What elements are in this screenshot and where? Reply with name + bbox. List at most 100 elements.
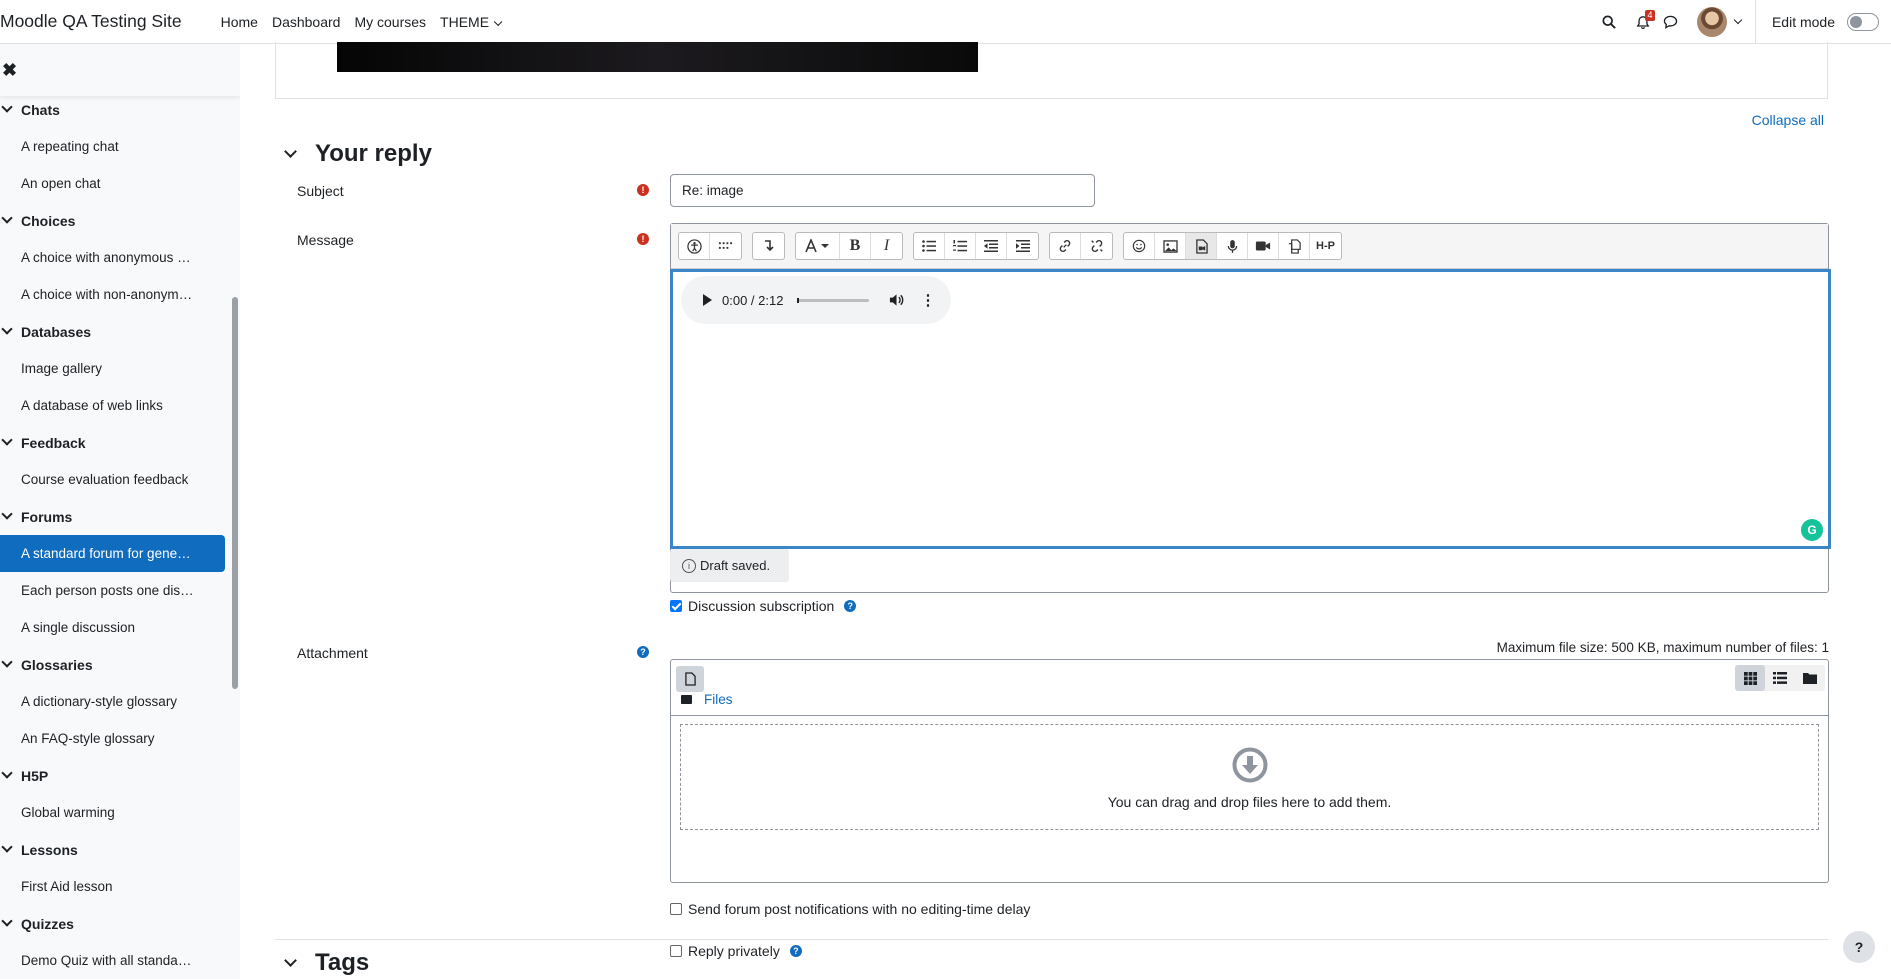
- toggle-toolbar-icon[interactable]: [753, 233, 784, 259]
- ordered-list-icon[interactable]: [945, 233, 976, 259]
- add-file-button[interactable]: [676, 666, 704, 692]
- help-icon[interactable]: ?: [844, 600, 857, 612]
- edit-mode-toggle[interactable]: [1847, 13, 1879, 31]
- course-section-toggle[interactable]: Feedback: [0, 424, 225, 461]
- notifications-button[interactable]: 4: [1629, 8, 1657, 36]
- post-image-preview: [337, 42, 978, 72]
- message-content-area[interactable]: 0:00 / 2:12 ⋮ G: [670, 269, 1831, 549]
- toolbar-group-style: B I: [795, 232, 903, 260]
- screenreader-helper-icon[interactable]: [710, 233, 741, 259]
- nav-my-courses[interactable]: My courses: [347, 14, 433, 30]
- outdent-icon[interactable]: [976, 233, 1007, 259]
- help-icon[interactable]: ?: [789, 945, 802, 957]
- chevron-down-icon: [284, 953, 297, 967]
- font-style-icon[interactable]: [796, 233, 840, 259]
- course-index-item[interactable]: Each person posts one dis…: [0, 572, 225, 609]
- folder-icon: [681, 695, 692, 704]
- course-index-item[interactable]: A repeating chat: [0, 128, 225, 165]
- your-reply-section-toggle[interactable]: Your reply: [284, 140, 432, 168]
- nav-theme-dropdown[interactable]: THEME: [433, 14, 506, 30]
- volume-icon[interactable]: [889, 293, 904, 307]
- collapse-all-link[interactable]: Collapse all: [1752, 112, 1824, 128]
- course-section-toggle[interactable]: Chats: [0, 91, 225, 128]
- tree-view-folder-icon[interactable]: [1795, 665, 1825, 691]
- course-index-item-label: Demo Quiz with all standa…: [21, 953, 192, 968]
- messages-button[interactable]: [1657, 8, 1685, 36]
- more-options-icon[interactable]: ⋮: [920, 291, 935, 309]
- user-menu-chevron-down-icon[interactable]: [1733, 15, 1743, 25]
- link-icon[interactable]: [1050, 233, 1081, 259]
- course-index-item[interactable]: A dictionary-style glossary: [0, 683, 225, 720]
- search-button[interactable]: [1595, 8, 1623, 36]
- course-index-item[interactable]: Image gallery: [0, 350, 225, 387]
- media-icon[interactable]: [1186, 233, 1217, 259]
- unordered-list-icon[interactable]: [914, 233, 945, 259]
- reply-privately-checkbox[interactable]: [670, 945, 682, 957]
- course-index-item[interactable]: A database of web links: [0, 387, 225, 424]
- help-icon[interactable]: ?: [637, 646, 649, 658]
- page-help-button[interactable]: ?: [1843, 931, 1875, 963]
- audio-progress-slider[interactable]: [797, 297, 870, 303]
- parent-post-card: [275, 42, 1828, 99]
- course-index-item[interactable]: A single discussion: [0, 609, 225, 646]
- your-reply-heading: Your reply: [315, 140, 432, 167]
- no-delay-checkbox[interactable]: [670, 903, 682, 915]
- course-section-toggle[interactable]: Choices: [0, 202, 225, 239]
- record-audio-icon[interactable]: [1217, 233, 1248, 259]
- drawer-scrollbar[interactable]: [232, 297, 238, 689]
- course-index-item[interactable]: Course evaluation feedback: [0, 461, 225, 498]
- course-index-item[interactable]: A choice with non-anonym…: [0, 276, 225, 313]
- toolbar-group-accessibility: [678, 232, 742, 260]
- play-icon[interactable]: [703, 294, 712, 306]
- course-section-toggle[interactable]: Glossaries: [0, 646, 225, 683]
- toolbar-group-toggle: [752, 232, 785, 260]
- emoji-icon[interactable]: [1124, 233, 1155, 259]
- course-section-toggle[interactable]: Lessons: [0, 831, 225, 868]
- course-index-item[interactable]: An FAQ-style glossary: [0, 720, 225, 757]
- course-index-item[interactable]: Global warming: [0, 794, 225, 831]
- list-view-icon[interactable]: [1765, 665, 1795, 691]
- discussion-subscription-checkbox[interactable]: [670, 600, 682, 612]
- draft-status: i Draft saved.: [670, 549, 789, 582]
- h5p-icon[interactable]: H-P: [1310, 233, 1341, 259]
- record-video-icon[interactable]: [1248, 233, 1279, 259]
- course-section-toggle[interactable]: Forums: [0, 498, 225, 535]
- discussion-subscription-label[interactable]: Discussion subscription: [688, 598, 834, 614]
- editor-toolbar: B I H-P: [671, 224, 1828, 269]
- course-index-item[interactable]: A choice with anonymous …: [0, 239, 225, 276]
- grid-view-icon[interactable]: [1735, 665, 1765, 691]
- image-icon[interactable]: [1155, 233, 1186, 259]
- course-index-item-label: A choice with non-anonym…: [21, 287, 193, 302]
- course-section-toggle[interactable]: Databases: [0, 313, 225, 350]
- italic-icon[interactable]: I: [871, 233, 902, 259]
- course-section-toggle[interactable]: Quizzes: [0, 905, 225, 942]
- course-index-item-label: Each person posts one dis…: [21, 583, 194, 598]
- nav-home[interactable]: Home: [214, 14, 265, 30]
- course-index-item[interactable]: First Aid lesson: [0, 868, 225, 905]
- course-section-toggle[interactable]: H5P: [0, 757, 225, 794]
- bold-icon[interactable]: B: [840, 233, 871, 259]
- indent-icon[interactable]: [1007, 233, 1038, 259]
- unlink-icon[interactable]: [1081, 233, 1112, 259]
- subject-input[interactable]: [670, 174, 1095, 207]
- reply-privately-label[interactable]: Reply privately: [688, 943, 780, 959]
- audio-player[interactable]: 0:00 / 2:12 ⋮: [681, 276, 951, 324]
- files-path-link[interactable]: Files: [704, 692, 733, 707]
- site-brand[interactable]: Moodle QA Testing Site: [0, 11, 182, 32]
- user-avatar[interactable]: [1696, 7, 1727, 37]
- course-index-item[interactable]: An open chat: [0, 165, 225, 202]
- course-index-item-label: First Aid lesson: [21, 879, 113, 894]
- manage-files-icon[interactable]: [1279, 233, 1310, 259]
- file-manager-toolbar: Files: [671, 660, 1828, 716]
- file-drop-zone[interactable]: You can drag and drop files here to add …: [680, 724, 1819, 830]
- no-delay-label[interactable]: Send forum post notifications with no ed…: [688, 901, 1030, 917]
- accessibility-checker-icon[interactable]: [679, 233, 710, 259]
- grammarly-icon[interactable]: G: [1801, 519, 1823, 541]
- tags-section-toggle[interactable]: Tags: [284, 949, 369, 977]
- nav-dashboard[interactable]: Dashboard: [265, 14, 348, 30]
- file-manager: Files You can drag and drop files here t…: [670, 659, 1829, 883]
- toolbar-group-insert: H-P: [1123, 232, 1342, 260]
- close-drawer-icon[interactable]: ✖: [2, 60, 17, 81]
- course-index-item[interactable]: Demo Quiz with all standa…: [0, 942, 225, 979]
- course-index-item[interactable]: A standard forum for gene…: [0, 535, 225, 572]
